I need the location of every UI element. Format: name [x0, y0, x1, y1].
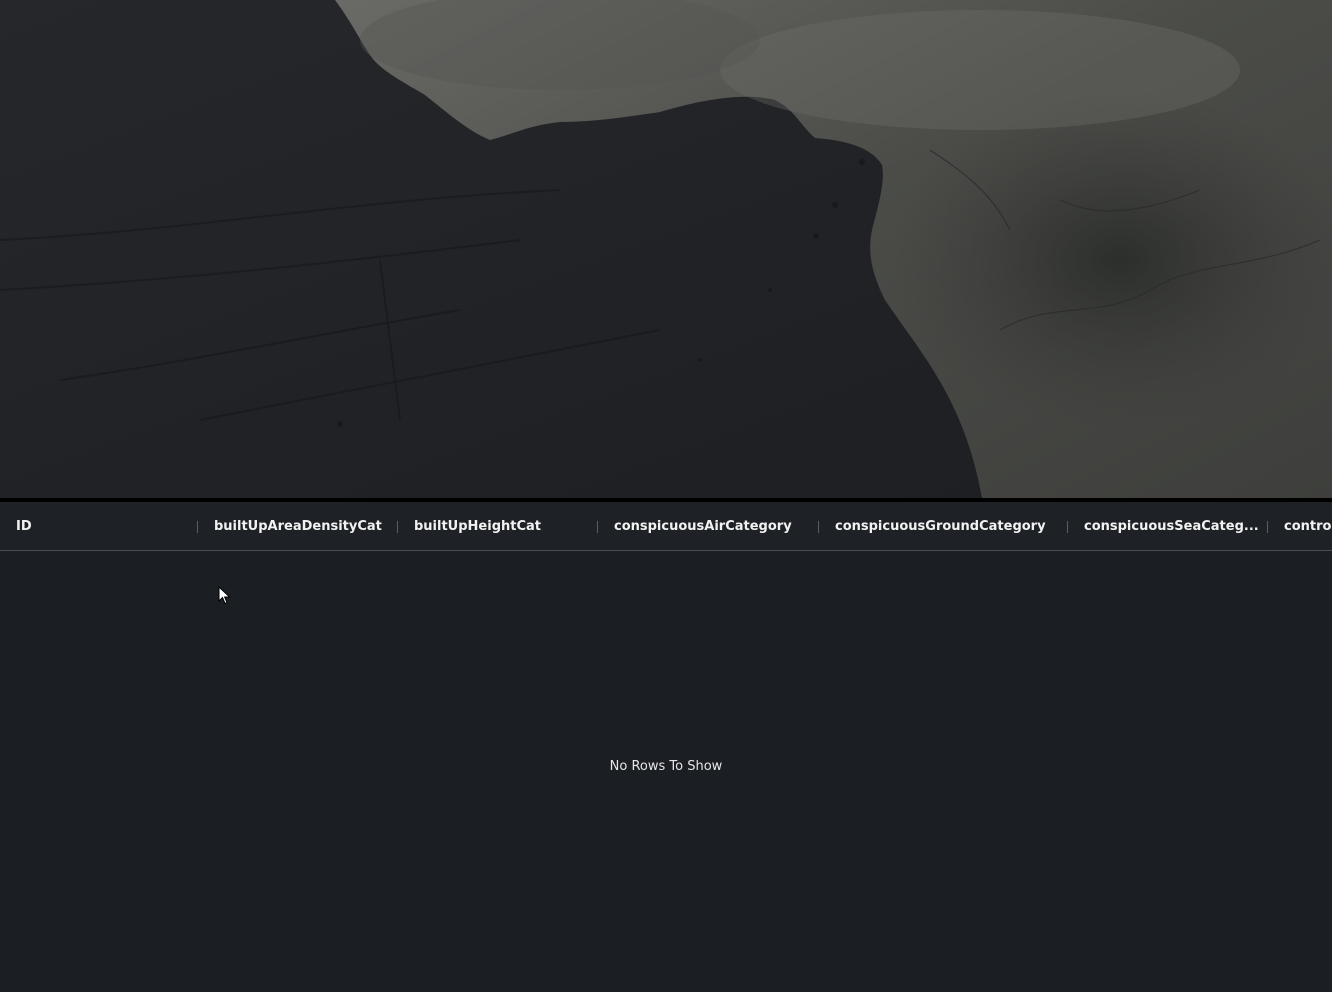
- column-header-conspicuous-sea-category[interactable]: conspicuousSeaCateg...: [1068, 502, 1268, 550]
- column-header-builtuparea-density-cat[interactable]: builtUpAreaDensityCat: [198, 502, 398, 550]
- column-header-conspicuous-air-category[interactable]: conspicuousAirCategory: [598, 502, 819, 550]
- attribute-table: ID builtUpAreaDensityCat builtUpHeightCa…: [0, 502, 1332, 992]
- column-header-label: ID: [16, 518, 32, 534]
- basemap-imagery: [0, 0, 1332, 498]
- column-header-label: controll: [1284, 518, 1332, 534]
- table-header-row: ID builtUpAreaDensityCat builtUpHeightCa…: [0, 502, 1332, 551]
- column-header-label: builtUpHeightCat: [414, 518, 542, 534]
- column-header-label: conspicuousAirCategory: [614, 518, 792, 534]
- column-header-builtup-height-cat[interactable]: builtUpHeightCat: [398, 502, 598, 550]
- map-view[interactable]: [0, 0, 1332, 498]
- column-header-controlling[interactable]: controll: [1268, 502, 1332, 550]
- no-rows-overlay: No Rows To Show: [0, 551, 1332, 992]
- column-header-conspicuous-ground-category[interactable]: conspicuousGroundCategory: [819, 502, 1068, 550]
- column-header-label: builtUpAreaDensityCat: [214, 518, 382, 534]
- column-header-label: conspicuousSeaCateg...: [1084, 518, 1259, 534]
- column-header-label: conspicuousGroundCategory: [835, 518, 1046, 534]
- no-rows-message: No Rows To Show: [609, 759, 723, 774]
- column-header-id[interactable]: ID: [0, 502, 198, 550]
- mouse-pointer-icon: [218, 586, 231, 605]
